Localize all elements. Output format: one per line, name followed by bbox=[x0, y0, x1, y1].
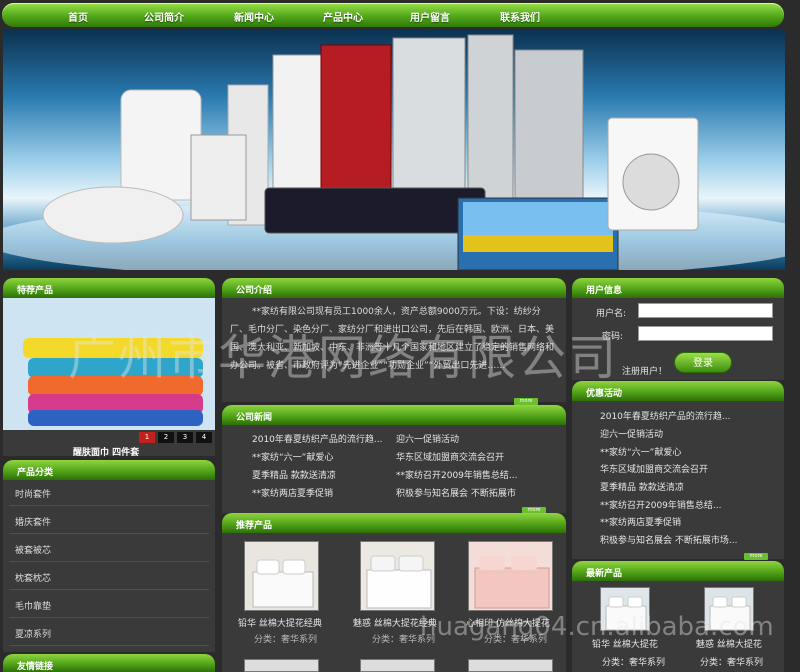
product-name[interactable]: 魅惑 丝棉大提花经典 bbox=[353, 616, 437, 629]
latest-thumb[interactable] bbox=[704, 587, 754, 631]
login-panel: 用户名: 密码: 注册用户！ 登录 bbox=[572, 298, 784, 380]
login-button[interactable]: 登录 bbox=[674, 352, 732, 373]
promo-item[interactable]: **家纺两店夏季促销 bbox=[600, 515, 681, 528]
categories-panel: 时尚套件 婚庆套件 被套被芯 枕套枕芯 毛巾靠垫 夏凉系列 bbox=[3, 480, 215, 652]
featured-panel: 1 2 3 4 醒肤面巾 四件套 bbox=[3, 298, 215, 458]
nav-about[interactable]: 公司简介 bbox=[144, 9, 184, 24]
about-more-button[interactable]: more bbox=[514, 398, 538, 405]
recommended-panel: 铅华 丝棉大提花经典 分类：奢华系列 魅惑 丝棉大提花经典 分类：奢华系列 心相… bbox=[222, 533, 566, 672]
product-thumb[interactable] bbox=[244, 659, 319, 672]
news-item[interactable]: 积极参与知名展会 不断拓展市 bbox=[396, 486, 516, 499]
nav-home[interactable]: 首页 bbox=[68, 9, 88, 24]
username-label: 用户名: bbox=[596, 309, 627, 319]
news-panel: 2010年春夏纺织产品的流行趋... **家纺“六一”献爱心 夏季精品 款款送清… bbox=[222, 425, 566, 514]
appliances-illustration bbox=[3, 34, 785, 270]
promo-panel: 2010年春夏纺织产品的流行趋... 迎六一促销活动 **家纺“六一”献爱心 华… bbox=[572, 401, 784, 560]
news-item[interactable]: 夏季精品 款款送清凉 bbox=[252, 468, 336, 481]
main-nav: 首页 公司简介 新闻中心 产品中心 用户留言 联系我们 bbox=[2, 3, 784, 27]
recommended-title: 推荐产品 bbox=[222, 513, 566, 533]
register-link[interactable]: 注册用户！ bbox=[622, 364, 667, 377]
product-name[interactable]: 铅华 丝棉大提花经典 bbox=[238, 616, 322, 629]
password-label: 密码: bbox=[602, 332, 624, 342]
hero-banner bbox=[3, 30, 785, 270]
product-category: 分类：奢华系列 bbox=[484, 635, 548, 645]
product-thumb[interactable] bbox=[360, 541, 435, 611]
featured-title: 特荐产品 bbox=[3, 278, 215, 298]
user-info-title: 用户信息 bbox=[572, 278, 784, 298]
product-category: 分类：奢华系列 bbox=[372, 635, 436, 645]
pager-1[interactable]: 1 bbox=[139, 432, 155, 443]
product-thumb[interactable] bbox=[468, 541, 553, 611]
latest-name[interactable]: 魅惑 丝棉大提花 bbox=[696, 637, 762, 650]
password-input[interactable] bbox=[638, 326, 773, 341]
categories-title: 产品分类 bbox=[3, 460, 215, 480]
news-item[interactable]: **家纺两店夏季促销 bbox=[252, 486, 333, 499]
promo-item[interactable]: **家纺召开2009年销售总结... bbox=[600, 498, 722, 511]
product-name[interactable]: 心相印 仿丝棉大提花 bbox=[466, 616, 550, 629]
promo-item[interactable]: 华东区域加盟商交流会召开 bbox=[600, 462, 708, 475]
category-item[interactable]: 被套被芯 bbox=[15, 543, 51, 556]
news-item[interactable]: **家纺“六一”献爱心 bbox=[252, 450, 333, 463]
category-item[interactable]: 夏凉系列 bbox=[15, 627, 51, 640]
news-item[interactable]: 2010年春夏纺织产品的流行趋... bbox=[252, 432, 383, 445]
promo-title: 优惠活动 bbox=[572, 381, 784, 401]
product-thumb[interactable] bbox=[244, 541, 319, 611]
latest-panel: 铅华 丝棉大提花 分类：奢华系列 魅惑 丝棉大提花 分类：奢华系列 bbox=[572, 581, 784, 672]
featured-pager: 1 2 3 4 bbox=[139, 432, 212, 443]
nav-guestbook[interactable]: 用户留言 bbox=[410, 9, 450, 24]
latest-name[interactable]: 铅华 丝棉大提花 bbox=[592, 637, 658, 650]
category-item[interactable]: 枕套枕芯 bbox=[15, 571, 51, 584]
category-item[interactable]: 毛巾靠垫 bbox=[15, 599, 51, 612]
latest-title: 最新产品 bbox=[572, 561, 784, 581]
nav-news[interactable]: 新闻中心 bbox=[234, 9, 274, 24]
news-item[interactable]: 华东区域加盟商交流会召开 bbox=[396, 450, 504, 463]
category-item[interactable]: 婚庆套件 bbox=[15, 515, 51, 528]
nav-contact[interactable]: 联系我们 bbox=[500, 9, 540, 24]
news-item[interactable]: **家纺召开2009年销售总结... bbox=[396, 468, 518, 481]
category-item[interactable]: 时尚套件 bbox=[15, 487, 51, 500]
latest-category: 分类：奢华系列 bbox=[602, 658, 666, 668]
latest-category: 分类：奢华系列 bbox=[700, 658, 764, 668]
pager-3[interactable]: 3 bbox=[177, 432, 193, 443]
pager-2[interactable]: 2 bbox=[158, 432, 174, 443]
news-title: 公司新闻 bbox=[222, 405, 566, 425]
product-thumb[interactable] bbox=[468, 659, 553, 672]
latest-thumb[interactable] bbox=[600, 587, 650, 631]
promo-item[interactable]: 迎六一促销活动 bbox=[600, 427, 663, 440]
featured-caption[interactable]: 醒肤面巾 四件套 bbox=[73, 445, 139, 458]
product-thumb[interactable] bbox=[360, 659, 435, 672]
nav-products[interactable]: 产品中心 bbox=[323, 9, 363, 24]
about-text: **家纺有限公司现有员工1000余人，资产总额9000万元。下设：纺纱分厂、毛巾… bbox=[230, 307, 555, 371]
about-panel: **家纺有限公司现有员工1000余人，资产总额9000万元。下设：纺纱分厂、毛巾… bbox=[222, 298, 566, 405]
promo-item[interactable]: 2010年春夏纺织产品的流行趋... bbox=[600, 409, 731, 422]
promo-item[interactable]: **家纺“六一”献爱心 bbox=[600, 445, 681, 458]
promo-item[interactable]: 夏季精品 款款送清凉 bbox=[600, 480, 684, 493]
pager-4[interactable]: 4 bbox=[196, 432, 212, 443]
news-item[interactable]: 迎六一促销活动 bbox=[396, 432, 459, 445]
promo-more-button[interactable]: more bbox=[744, 553, 768, 560]
promo-item[interactable]: 积极参与知名展会 不断拓展市场... bbox=[600, 533, 737, 546]
username-input[interactable] bbox=[638, 303, 773, 318]
about-title: 公司介绍 bbox=[222, 278, 566, 298]
featured-product-image bbox=[3, 298, 215, 430]
product-category: 分类：奢华系列 bbox=[254, 635, 318, 645]
links-title: 友情链接 bbox=[3, 654, 215, 672]
